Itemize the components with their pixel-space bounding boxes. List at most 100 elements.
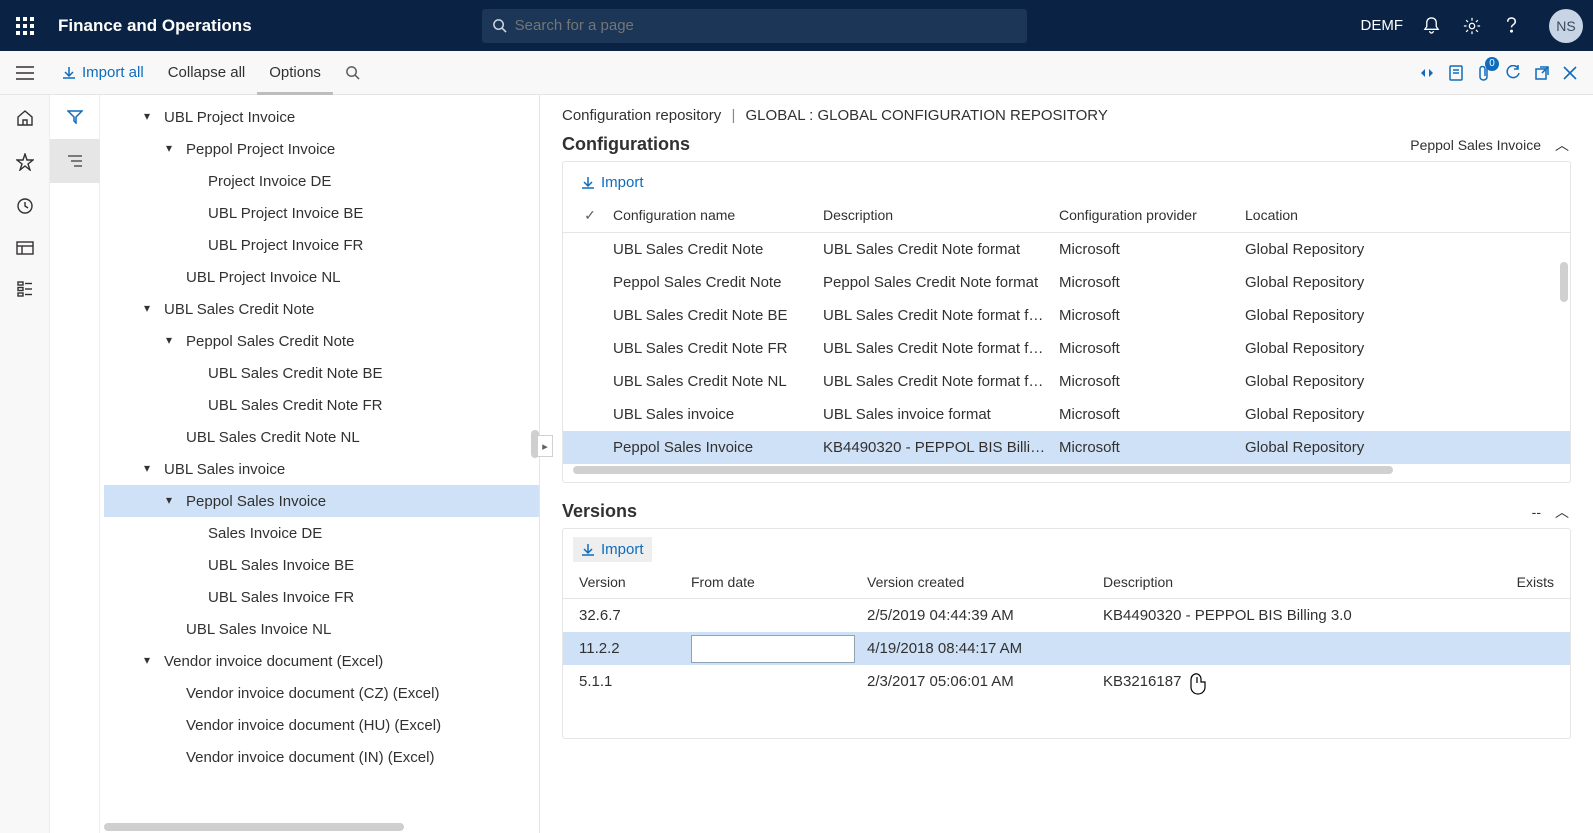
attachments-icon[interactable]: 0 [1477, 64, 1491, 82]
tree-node[interactable]: Vendor invoice document (HU) (Excel) [104, 709, 539, 741]
splitter[interactable]: ▸ [540, 95, 556, 833]
configurations-hscroll[interactable] [573, 466, 1560, 476]
tree-node[interactable]: UBL Project Invoice NL [104, 261, 539, 293]
help-icon[interactable] [1503, 17, 1523, 34]
configuration-row[interactable]: UBL Sales Credit Note NLUBL Sales Credit… [563, 365, 1570, 398]
configurations-vscroll-thumb[interactable] [1560, 262, 1568, 302]
col-version[interactable]: Version [573, 574, 685, 590]
tree-node[interactable]: ▾Vendor invoice document (Excel) [104, 645, 539, 677]
from-date-input[interactable] [691, 635, 855, 663]
configuration-row[interactable]: UBL Sales Credit Note FRUBL Sales Credit… [563, 332, 1570, 365]
configuration-row[interactable]: Peppol Sales Credit NotePeppol Sales Cre… [563, 266, 1570, 299]
company-picker[interactable]: DEMF [1361, 17, 1404, 34]
collapse-arrow-icon[interactable]: ▸ [537, 435, 553, 457]
col-from-date[interactable]: From date [685, 574, 861, 590]
configuration-row[interactable]: Peppol Sales InvoiceKB4490320 - PEPPOL B… [563, 431, 1570, 464]
tree-node[interactable]: Vendor invoice document (IN) (Excel) [104, 741, 539, 773]
tree-node-label: Peppol Sales Credit Note [186, 333, 354, 350]
close-icon[interactable] [1563, 66, 1577, 80]
import-label: Import [601, 174, 644, 191]
global-header: Finance and Operations DEMF NS [0, 0, 1593, 51]
versions-title: Versions [562, 501, 637, 522]
cell-desc: UBL Sales Credit Note format fo... [817, 373, 1053, 390]
version-row[interactable]: 32.6.72/5/2019 04:44:39 AMKB4490320 - PE… [563, 599, 1570, 632]
cell-location: Global Repository [1239, 241, 1560, 258]
col-description[interactable]: Description [817, 207, 1053, 224]
filter-icon[interactable] [50, 95, 100, 139]
version-row[interactable]: 5.1.12/3/2017 05:06:01 AMKB3216187 [563, 665, 1570, 698]
tree-node[interactable]: UBL Sales Invoice BE [104, 549, 539, 581]
caret-icon[interactable]: ▾ [166, 493, 180, 507]
col-provider[interactable]: Configuration provider [1053, 207, 1239, 224]
tree-node[interactable]: Vendor invoice document (CZ) (Excel) [104, 677, 539, 709]
collapse-icon[interactable]: ︿ [1555, 135, 1569, 155]
caret-icon[interactable]: ▾ [166, 141, 180, 155]
tree-node[interactable]: Sales Invoice DE [104, 517, 539, 549]
configuration-row[interactable]: UBL Sales Credit NoteUBL Sales Credit No… [563, 233, 1570, 266]
tree-node[interactable]: ▾UBL Project Invoice [104, 101, 539, 133]
tree-node[interactable]: UBL Project Invoice FR [104, 229, 539, 261]
tree-node[interactable]: UBL Sales Credit Note FR [104, 389, 539, 421]
col-version-created[interactable]: Version created [861, 574, 1097, 590]
configuration-row[interactable]: UBL Sales invoiceUBL Sales invoice forma… [563, 398, 1570, 431]
versions-import-button[interactable]: Import [573, 537, 652, 562]
tree-node[interactable]: ▾ Peppol Sales Credit Note [104, 325, 539, 357]
caret-icon[interactable]: ▾ [144, 461, 158, 475]
caret-icon[interactable]: ▾ [144, 301, 158, 315]
global-search[interactable] [482, 9, 1027, 43]
search-input[interactable] [515, 17, 1017, 34]
col-exists[interactable]: Exists [1500, 574, 1560, 590]
find-button[interactable] [333, 51, 372, 95]
import-all-button[interactable]: Import all [50, 51, 156, 95]
page-options-icon[interactable] [1449, 65, 1463, 81]
tree-node[interactable]: ▾Peppol Project Invoice [104, 133, 539, 165]
app-launcher-icon[interactable] [0, 0, 50, 51]
home-icon[interactable] [16, 109, 34, 127]
col-location[interactable]: Location [1239, 207, 1560, 224]
tree-node-label: UBL Project Invoice NL [186, 269, 341, 286]
modules-icon[interactable] [17, 281, 33, 297]
tree-node-label: UBL Sales Credit Note FR [208, 397, 383, 414]
cell-provider: Microsoft [1053, 439, 1239, 456]
col-configuration-name[interactable]: Configuration name [607, 207, 817, 224]
select-all-checkbox[interactable]: ✓ [573, 207, 607, 224]
tree-node-label: UBL Project Invoice FR [208, 237, 363, 254]
tree-node[interactable]: UBL Sales Invoice NL [104, 613, 539, 645]
personalize-icon[interactable] [1419, 65, 1435, 81]
attachment-count-badge: 0 [1485, 57, 1499, 71]
configurations-import-button[interactable]: Import [573, 170, 652, 195]
tree-node[interactable]: UBL Project Invoice BE [104, 197, 539, 229]
configuration-row[interactable]: UBL Sales Credit Note BEUBL Sales Credit… [563, 299, 1570, 332]
caret-icon[interactable]: ▾ [144, 109, 158, 123]
col-version-description[interactable]: Description [1097, 574, 1500, 590]
hamburger-icon[interactable] [0, 51, 50, 95]
version-row[interactable]: 11.2.24/19/2018 08:44:17 AM [563, 632, 1570, 665]
cell-from-date[interactable] [685, 635, 861, 663]
recent-icon[interactable] [16, 197, 34, 215]
breadcrumb-root[interactable]: Configuration repository [562, 107, 721, 124]
tree-node[interactable]: UBL Sales Invoice FR [104, 581, 539, 613]
caret-icon[interactable]: ▾ [144, 653, 158, 667]
collapse-all-button[interactable]: Collapse all [156, 51, 258, 95]
gear-icon[interactable] [1463, 17, 1483, 35]
group-icon[interactable] [50, 139, 100, 183]
tree-node[interactable]: ▾Peppol Sales Invoice [104, 485, 539, 517]
tree-node-label: UBL Sales invoice [164, 461, 285, 478]
tree-node[interactable]: UBL Sales Credit Note NL [104, 421, 539, 453]
tree-node-label: Vendor invoice document (IN) (Excel) [186, 749, 434, 766]
workspaces-icon[interactable] [16, 241, 34, 255]
tree-node[interactable]: Project Invoice DE [104, 165, 539, 197]
tree-node[interactable]: UBL Sales Credit Note BE [104, 357, 539, 389]
tree-horizontal-scrollbar[interactable] [104, 823, 531, 833]
tree-node[interactable]: ▾UBL Sales Credit Note [104, 293, 539, 325]
refresh-icon[interactable] [1505, 65, 1521, 81]
notification-icon[interactable] [1423, 17, 1443, 34]
favorites-icon[interactable] [16, 153, 34, 171]
versions-header: Versions -- ︿ [562, 501, 1571, 528]
popout-icon[interactable] [1535, 66, 1549, 80]
user-avatar[interactable]: NS [1549, 9, 1583, 43]
collapse-icon[interactable]: ︿ [1555, 502, 1569, 522]
caret-icon[interactable]: ▾ [166, 333, 180, 347]
options-button[interactable]: Options [257, 51, 333, 95]
tree-node[interactable]: ▾ UBL Sales invoice [104, 453, 539, 485]
